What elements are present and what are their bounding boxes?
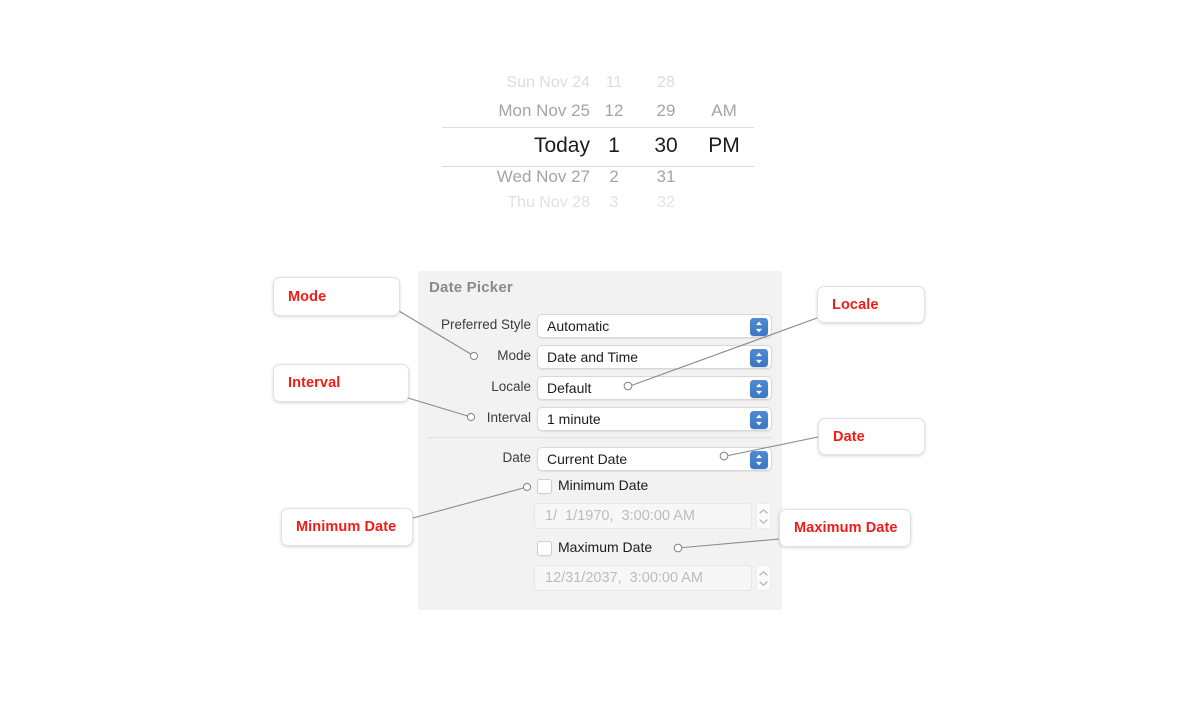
field-label-preferred-style: Preferred Style — [440, 317, 531, 332]
locale-value: Default — [547, 380, 592, 396]
maximum-date-stepper[interactable] — [756, 565, 771, 591]
wheel-minute: 31 — [656, 167, 676, 186]
maximum-date-checkbox[interactable] — [537, 541, 552, 556]
callout-minimum-date: Minimum Date — [281, 508, 413, 546]
field-label-mode: Mode — [497, 348, 531, 363]
panel-divider — [428, 437, 772, 438]
wheel-minute: 32 — [657, 194, 675, 211]
chevron-up-down-icon[interactable] — [750, 450, 768, 469]
minimum-date-checkbox-row[interactable]: Minimum Date — [0, 477, 1200, 499]
wheel-ampm: AM — [711, 101, 737, 120]
callout-date-label: Date — [833, 428, 865, 445]
wheel-ampm: PM — [708, 134, 740, 157]
field-label-date: Date — [502, 450, 531, 465]
wheel-day: Thu Nov 28 — [507, 194, 590, 211]
callout-interval-label: Interval — [288, 375, 341, 391]
wheel-hour: 2 — [609, 167, 619, 186]
maximum-date-value: 12/31/2037, 3:00:00 AM — [545, 570, 704, 586]
field-label-interval: Interval — [486, 410, 531, 425]
wheel-day: Sun Nov 24 — [506, 74, 590, 91]
callout-maximum-date-label: Maximum Date — [794, 520, 898, 536]
callout-mode-label: Mode — [288, 288, 327, 305]
preferred-style-popup-button[interactable]: Automatic — [537, 314, 772, 338]
panel-title: Date Picker — [429, 279, 513, 296]
date-popup-button[interactable]: Current Date — [537, 447, 772, 471]
date-value: Current Date — [547, 451, 628, 467]
wheel-row-selected[interactable]: Today 1 30 PM — [440, 128, 760, 164]
callout-locale: Locale — [817, 286, 925, 323]
field-row-interval: Interval 1 minute — [418, 407, 782, 431]
wheel-hour: 3 — [609, 194, 619, 211]
wheel-day: Today — [533, 134, 590, 157]
mode-value: Date and Time — [547, 349, 639, 365]
field-row-date: Date Current Date — [418, 447, 782, 471]
wheel-row[interactable]: Sun Nov 24 11 28 — [440, 74, 760, 92]
chevron-up-down-icon[interactable] — [750, 317, 768, 336]
chevron-up-down-icon[interactable] — [750, 348, 768, 367]
maximum-date-label: Maximum Date — [558, 539, 653, 555]
callout-locale-label: Locale — [832, 296, 879, 313]
minimum-date-label: Minimum Date — [558, 477, 649, 493]
maximum-date-field[interactable]: 12/31/2037, 3:00:00 AM — [534, 565, 752, 591]
minimum-date-stepper[interactable] — [756, 503, 771, 529]
chevron-up-down-icon[interactable] — [750, 410, 768, 429]
mode-popup-button[interactable]: Date and Time — [537, 345, 772, 369]
callout-maximum-date: Maximum Date — [779, 509, 911, 547]
wheel-minute: 29 — [656, 101, 676, 120]
interval-popup-button[interactable]: 1 minute — [537, 407, 772, 431]
wheel-minute: 30 — [654, 134, 678, 157]
date-picker-wheel[interactable]: Sun Nov 24 11 28 Mon Nov 25 12 29 AM Tod… — [440, 74, 760, 211]
callout-mode: Mode — [273, 277, 400, 316]
wheel-minute: 28 — [657, 74, 675, 91]
stepper-down-icon[interactable] — [757, 580, 770, 589]
callout-date: Date — [818, 418, 925, 455]
stepper-up-icon[interactable] — [757, 508, 770, 517]
chevron-up-down-icon[interactable] — [750, 379, 768, 398]
wheel-row[interactable]: Wed Nov 27 2 31 — [440, 167, 760, 187]
wheel-hour: 11 — [605, 74, 623, 91]
minimum-date-value: 1/ 1/1970, 3:00:00 AM — [545, 508, 695, 524]
field-row-locale: Locale Default — [418, 376, 782, 400]
wheel-row[interactable]: Mon Nov 25 12 29 AM — [440, 101, 760, 121]
stepper-down-icon[interactable] — [757, 518, 770, 527]
locale-popup-button[interactable]: Default — [537, 376, 772, 400]
field-row-preferred-style: Preferred Style Automatic — [418, 314, 782, 338]
field-row-mode: Mode Date and Time — [418, 345, 782, 369]
interval-value: 1 minute — [547, 411, 601, 427]
preferred-style-value: Automatic — [547, 318, 610, 334]
wheel-hour: 12 — [604, 101, 624, 120]
callout-interval: Interval — [273, 364, 409, 402]
callout-minimum-date-label: Minimum Date — [296, 519, 397, 535]
wheel-hour: 1 — [608, 134, 620, 157]
minimum-date-field[interactable]: 1/ 1/1970, 3:00:00 AM — [534, 503, 752, 529]
wheel-day: Mon Nov 25 — [498, 101, 590, 120]
wheel-day: Wed Nov 27 — [496, 167, 590, 186]
maximum-date-checkbox-row[interactable]: Maximum Date — [0, 539, 1200, 561]
stepper-up-icon[interactable] — [757, 570, 770, 579]
screenshot-stage: Sun Nov 24 11 28 Mon Nov 25 12 29 AM Tod… — [0, 0, 1200, 724]
wheel-row[interactable]: Thu Nov 28 3 32 — [440, 194, 760, 212]
minimum-date-checkbox[interactable] — [537, 479, 552, 494]
field-label-locale: Locale — [491, 379, 531, 394]
